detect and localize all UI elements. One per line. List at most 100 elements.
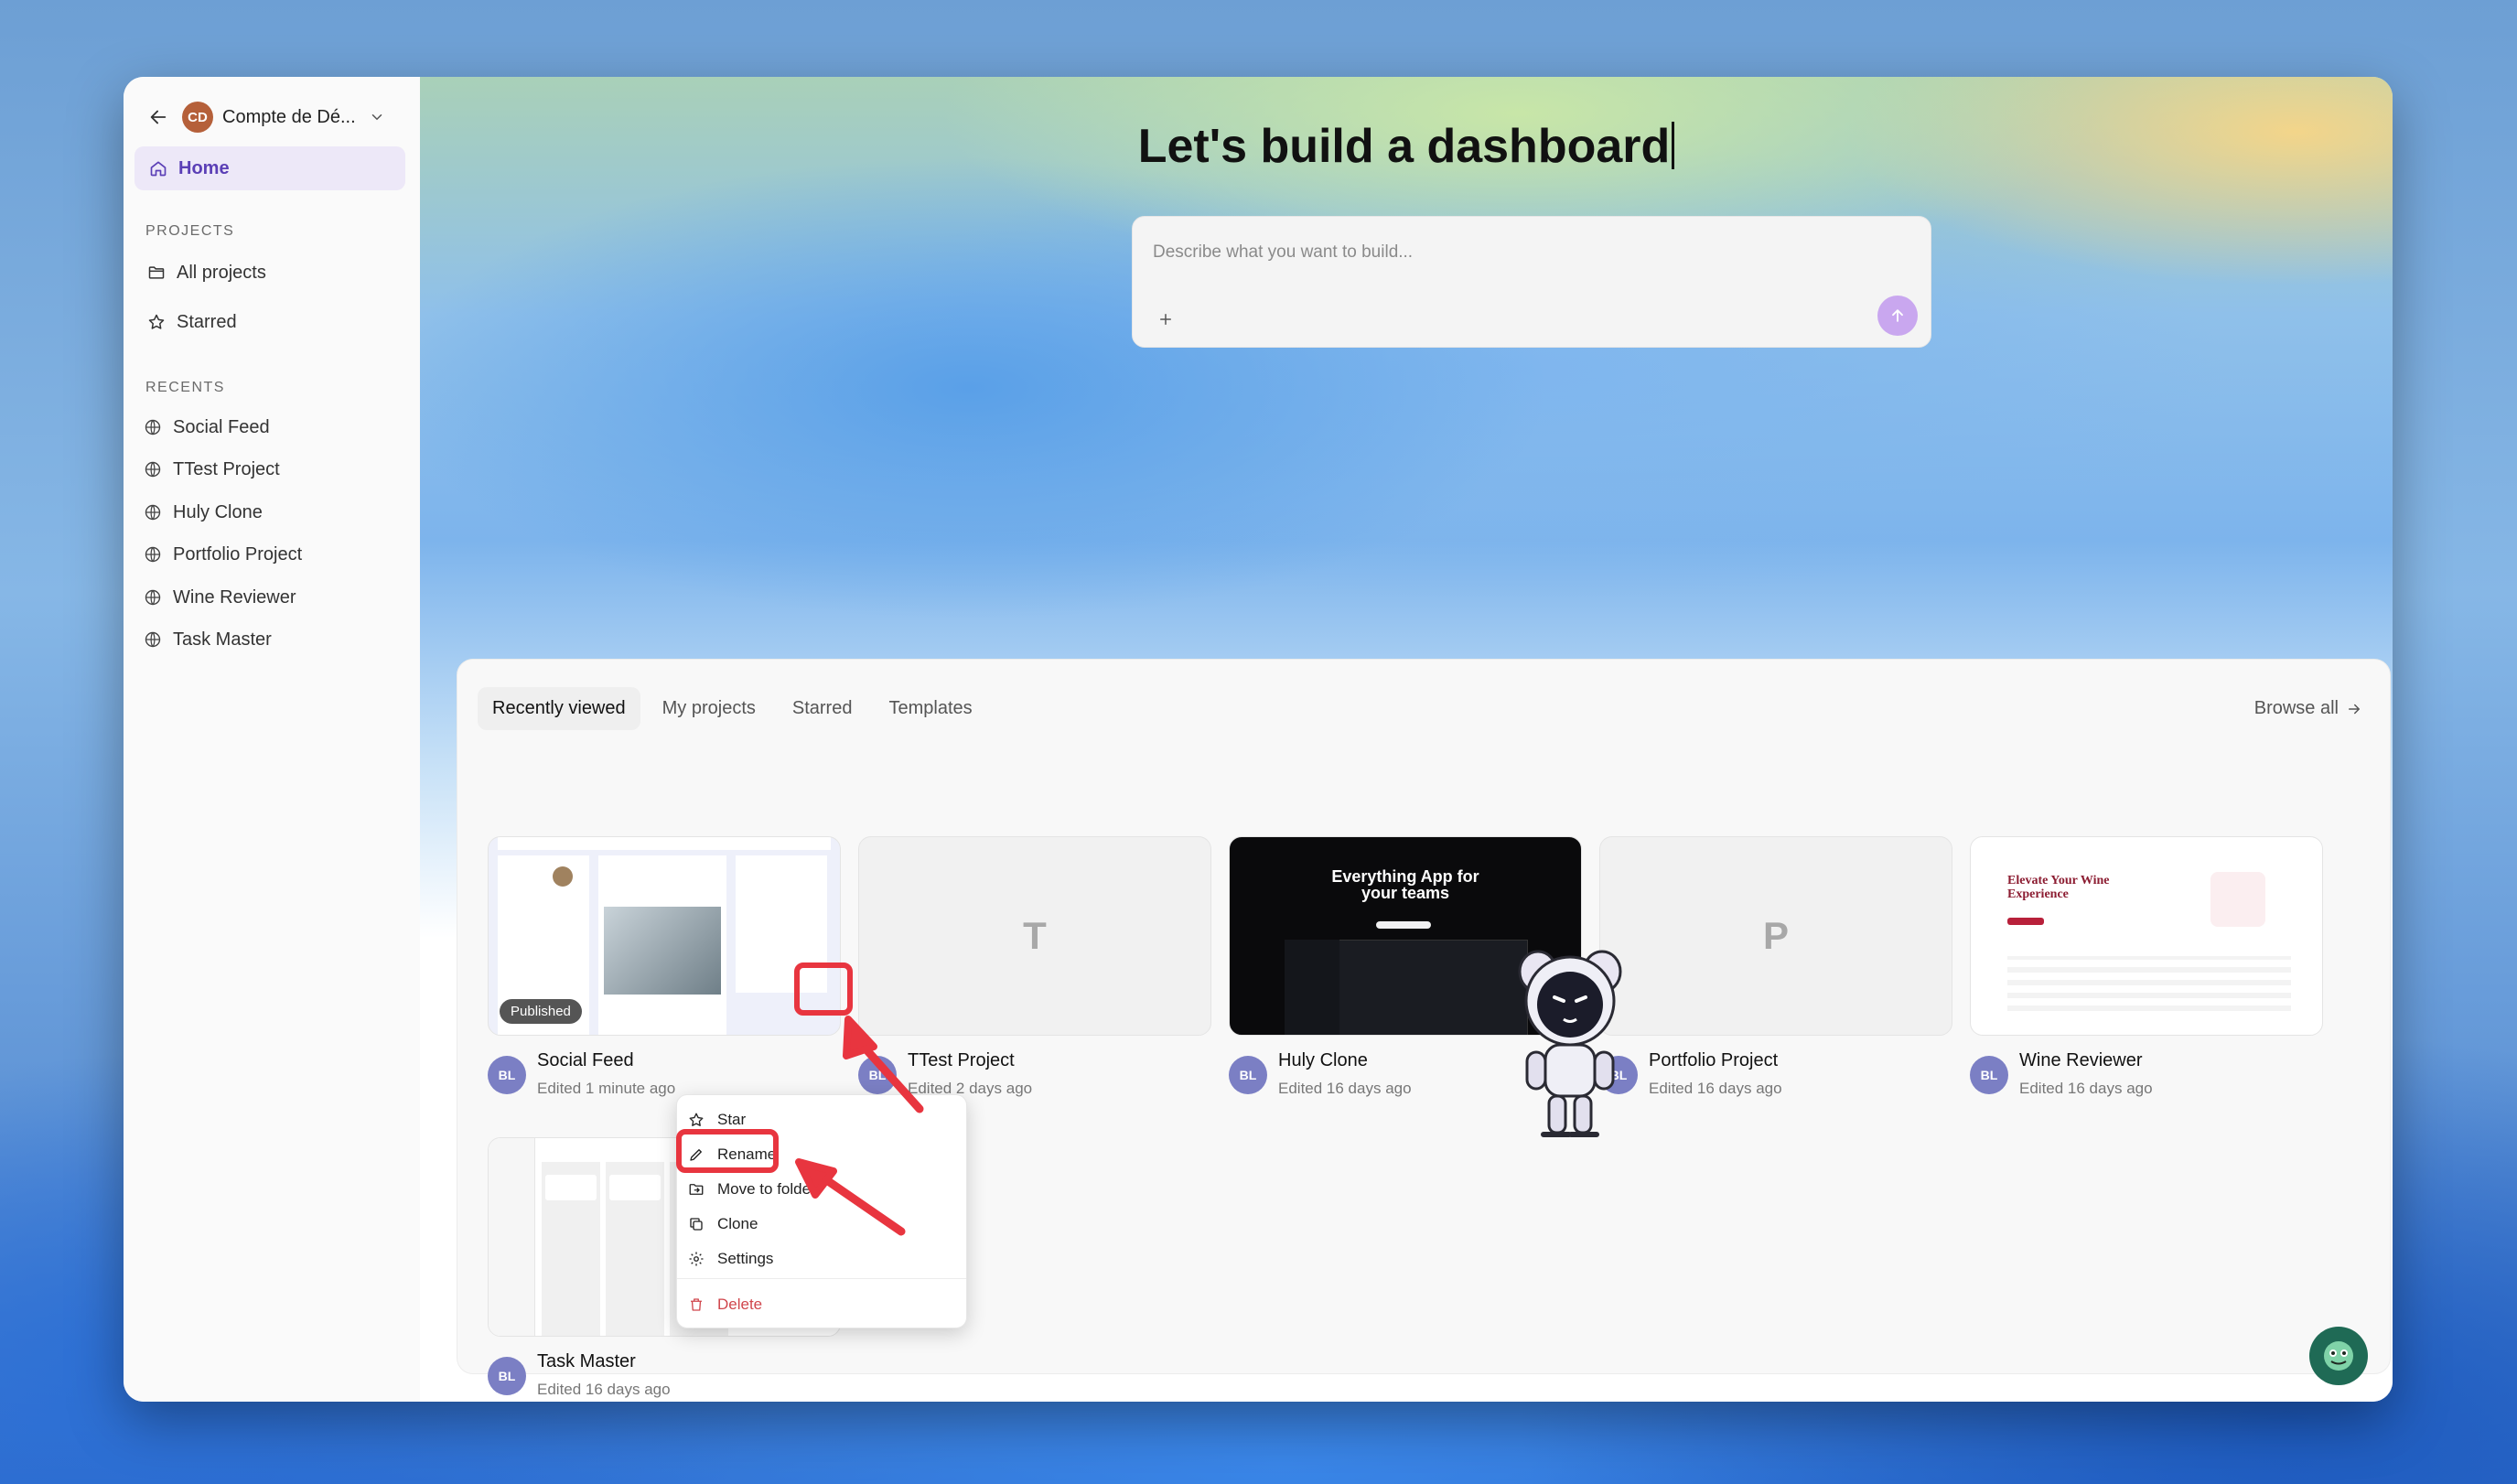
sidebar-item-label: Starred [177,311,237,332]
project-name[interactable]: Wine Reviewer [2019,1050,2142,1071]
menu-item-label: Star [717,1111,747,1128]
thumb-hero-text: Elevate Your Wine Experience [2007,874,2110,901]
tab-starred[interactable]: Starred [778,687,867,730]
recents-heading: RECENTS [145,380,225,395]
home-icon [149,159,167,177]
annotation-highlight-more-button[interactable] [794,962,853,1016]
sidebar-item-label: Wine Reviewer [173,586,296,608]
sidebar-item-recent[interactable]: Task Master [144,621,272,658]
page-title: Let's build a dashboard [420,119,2393,174]
thumb-hero-text: Everything App for your teams [1331,867,1479,902]
owner-avatar: BL [1970,1056,2008,1094]
plus-icon[interactable] [1151,305,1180,334]
sidebar-item-recent[interactable]: Portfolio Project [144,536,302,573]
tab-my-projects[interactable]: My projects [648,687,770,730]
project-letter: P [1762,914,1789,957]
sidebar-item-label: Portfolio Project [173,543,303,565]
sidebar-item-starred[interactable]: Starred [147,304,237,340]
sidebar-item-label: Social Feed [173,416,270,437]
sidebar: CD Compte de Dé... Home PROJECTS All pro… [124,77,421,1402]
thumb-avatar [553,866,573,887]
globe-icon [144,418,162,436]
project-card[interactable]: Published BL Social Feed Edited 1 minute… [488,836,841,1113]
sidebar-item-label: Huly Clone [173,501,263,522]
menu-item-label: Move to folder [717,1180,816,1198]
sidebar-item-all-projects[interactable]: All projects [147,254,266,291]
thumb-task-card [609,1175,661,1200]
globe-icon [144,588,162,607]
projects-heading: PROJECTS [145,223,235,239]
menu-item-move-to-folder[interactable]: Move to folder [688,1174,816,1205]
project-thumbnail[interactable]: T [858,836,1211,1036]
project-edited: Edited 16 days ago [2019,1080,2153,1097]
sidebar-item-recent[interactable]: Huly Clone [144,494,263,531]
star-icon [147,313,166,331]
sidebar-item-recent[interactable]: Social Feed [144,409,270,446]
chevron-down-icon[interactable] [369,109,385,125]
project-meta: BL Task Master Edited 16 days ago [488,1350,839,1402]
prompt-input[interactable] [1151,235,1850,270]
sidebar-item-label: TTest Project [173,458,280,479]
menu-item-delete[interactable]: Delete [688,1289,762,1320]
account-switcher[interactable]: CD Compte de Dé... [140,90,405,145]
thumb-cta [1376,921,1431,929]
project-edited: Edited 16 days ago [537,1381,671,1398]
project-thumbnail[interactable]: Elevate Your Wine Experience [1970,836,2323,1036]
prompt-box [1132,216,1931,348]
project-tabs: Recently viewed My projects Starred Temp… [478,687,995,730]
text-caret [1672,122,1675,169]
tab-templates[interactable]: Templates [874,687,986,730]
sidebar-item-recent[interactable]: Wine Reviewer [144,579,296,616]
published-badge: Published [500,999,582,1024]
globe-icon [144,630,162,649]
project-name[interactable]: TTest Project [908,1050,1015,1071]
back-arrow-icon[interactable] [140,99,177,135]
trash-icon [688,1296,705,1313]
sidebar-item-label: Task Master [173,629,272,650]
globe-icon [144,503,162,522]
send-button[interactable] [1877,296,1918,336]
page-title-text: Let's build a dashboard [1137,120,1671,173]
project-card[interactable]: Elevate Your Wine Experience BL Wine Rev… [1970,836,2323,1113]
thumb-app-sidebar [1285,940,1339,1035]
owner-avatar: BL [488,1056,526,1094]
robot-mascot-sticker [1511,935,1630,1145]
project-edited: Edited 16 days ago [1278,1080,1412,1097]
project-card[interactable]: T BL TTest Project Edited 2 days ago [858,836,1211,1113]
tab-recently-viewed[interactable]: Recently viewed [478,687,640,730]
owner-avatar: BL [488,1357,526,1395]
thumb-photo [604,907,721,995]
arrow-up-icon [1892,309,1903,322]
menu-item-label: Clone [717,1215,758,1232]
project-thumbnail[interactable]: P [1599,836,1952,1036]
project-name[interactable]: Portfolio Project [1649,1050,1778,1071]
gear-icon [688,1251,705,1267]
copy-icon [688,1216,705,1232]
menu-item-label: Settings [717,1250,774,1267]
project-name[interactable]: Task Master [537,1351,636,1372]
project-meta: BL Portfolio Project Edited 16 days ago [1599,1048,1951,1113]
star-icon [688,1112,705,1128]
menu-divider [677,1278,966,1279]
thumb-header [498,837,831,850]
sidebar-item-recent[interactable]: TTest Project [144,451,280,488]
globe-icon [144,460,162,479]
browse-all-link[interactable]: Browse all [2254,698,2362,719]
project-thumbnail[interactable]: Published [488,836,841,1036]
project-card[interactable]: P BL Portfolio Project Edited 16 days ag… [1599,836,1952,1113]
project-meta: BL Wine Reviewer Edited 16 days ago [1970,1048,2321,1113]
owner-avatar: BL [1229,1056,1267,1094]
menu-item-settings[interactable]: Settings [688,1243,773,1274]
thumb-activity [2007,956,2291,1011]
project-name[interactable]: Huly Clone [1278,1050,1368,1071]
thumb-icon-box [2210,872,2265,927]
folder-icon [147,263,166,282]
sidebar-item-home[interactable]: Home [134,146,405,190]
account-avatar: CD [182,102,213,133]
help-chat-button[interactable] [2309,1327,2368,1385]
annotation-highlight-clone [676,1129,779,1173]
menu-item-clone[interactable]: Clone [688,1209,758,1240]
project-name[interactable]: Social Feed [537,1050,634,1071]
owner-avatar: BL [858,1056,897,1094]
thumb-task-card [545,1175,597,1200]
